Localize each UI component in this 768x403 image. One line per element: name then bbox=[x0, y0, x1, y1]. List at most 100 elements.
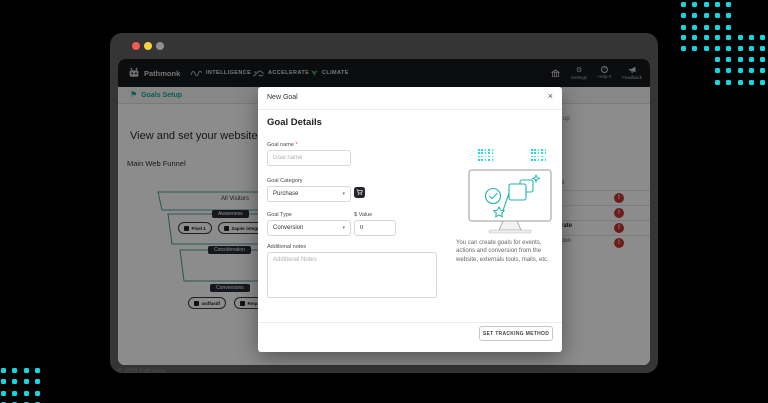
dot bbox=[491, 152, 494, 154]
dot bbox=[714, 2, 720, 7]
dot bbox=[541, 149, 543, 151]
copyright-note: © 2023 Pathmonk bbox=[118, 369, 167, 375]
window-close-button[interactable] bbox=[132, 42, 140, 50]
dot bbox=[531, 155, 533, 158]
dot bbox=[748, 68, 754, 74]
dot bbox=[760, 46, 766, 52]
dot bbox=[1, 368, 6, 373]
dot bbox=[703, 46, 709, 52]
dot bbox=[715, 68, 720, 74]
modal-section-title: Goal Details bbox=[267, 117, 322, 128]
dot bbox=[531, 152, 533, 154]
window-minimize-button[interactable] bbox=[144, 42, 152, 50]
goal-monitor-illustration bbox=[468, 169, 552, 234]
dot bbox=[737, 57, 743, 62]
dot bbox=[748, 79, 754, 85]
dot bbox=[692, 2, 698, 7]
dot bbox=[714, 13, 720, 19]
goal-type-label: Goal Type bbox=[267, 212, 292, 218]
dot bbox=[760, 68, 766, 74]
dot bbox=[703, 24, 709, 30]
dot bbox=[692, 24, 698, 30]
dot bbox=[726, 13, 732, 19]
dot bbox=[681, 13, 686, 19]
goal-category-value: Purchase bbox=[273, 191, 299, 197]
dot bbox=[481, 152, 483, 154]
dot bbox=[1, 390, 6, 396]
dot bbox=[12, 379, 18, 385]
dot bbox=[484, 155, 487, 158]
dot bbox=[681, 35, 686, 40]
dot bbox=[692, 35, 698, 40]
dot bbox=[481, 159, 483, 161]
dot bbox=[481, 155, 483, 158]
value-input[interactable] bbox=[354, 220, 396, 236]
dot bbox=[1, 379, 6, 385]
dot bbox=[12, 368, 18, 373]
close-icon[interactable]: × bbox=[548, 92, 553, 101]
dot bbox=[534, 149, 536, 151]
dot bbox=[534, 159, 536, 161]
dot bbox=[681, 46, 686, 52]
dot bbox=[726, 35, 732, 40]
dot bbox=[748, 35, 754, 40]
dot bbox=[726, 24, 732, 30]
dot bbox=[726, 68, 732, 74]
dot bbox=[703, 35, 709, 40]
dot bbox=[544, 155, 547, 158]
dot bbox=[726, 46, 732, 52]
dot bbox=[726, 79, 732, 85]
dot bbox=[478, 159, 480, 161]
dot bbox=[491, 149, 494, 151]
window-maximize-button[interactable] bbox=[156, 42, 164, 50]
dot bbox=[715, 79, 720, 85]
screenshot-canvas: © 2023 Pathmonk Pathmonk INTELLIGENCE ▾ … bbox=[0, 0, 768, 403]
set-tracking-method-button[interactable]: SET TRACKING METHOD bbox=[479, 326, 553, 341]
dot bbox=[484, 159, 487, 161]
goal-category-select[interactable]: Purchase ▾ bbox=[267, 186, 351, 202]
notes-label: Additional notes bbox=[267, 244, 307, 250]
dot bbox=[544, 149, 547, 151]
goal-type-select[interactable]: Conversion ▾ bbox=[267, 220, 351, 236]
dot bbox=[478, 155, 480, 158]
dot bbox=[760, 57, 766, 62]
required-asterisk: * bbox=[295, 142, 298, 148]
category-cart-icon[interactable] bbox=[354, 187, 365, 198]
dot bbox=[544, 152, 547, 154]
dot bbox=[737, 68, 743, 74]
dot bbox=[478, 152, 480, 154]
dot bbox=[491, 159, 494, 161]
dot bbox=[737, 46, 743, 52]
dot bbox=[484, 152, 487, 154]
dot bbox=[12, 390, 18, 396]
dot bbox=[726, 2, 732, 7]
dot bbox=[34, 379, 40, 385]
dot bbox=[478, 149, 480, 151]
notes-textarea[interactable] bbox=[267, 252, 437, 298]
dot bbox=[737, 79, 743, 85]
dot bbox=[534, 152, 536, 154]
dot bbox=[748, 46, 754, 52]
goal-name-label: Goal name * bbox=[267, 142, 298, 148]
dot bbox=[737, 35, 743, 40]
dot bbox=[34, 368, 40, 373]
dot bbox=[760, 35, 766, 40]
dot bbox=[703, 2, 709, 7]
new-goal-modal: New Goal × Goal Details Goal name * Goal… bbox=[258, 87, 562, 352]
divider bbox=[258, 109, 562, 110]
dot bbox=[484, 149, 487, 151]
dot bbox=[681, 2, 686, 7]
dot bbox=[488, 152, 490, 154]
dot bbox=[23, 368, 29, 373]
dot bbox=[715, 57, 720, 62]
dot bbox=[714, 24, 720, 30]
dot bbox=[537, 149, 540, 151]
dot bbox=[537, 159, 540, 161]
dot bbox=[488, 155, 490, 158]
dot bbox=[537, 152, 540, 154]
dot bbox=[544, 159, 547, 161]
dot bbox=[34, 390, 40, 396]
goal-name-input[interactable] bbox=[267, 150, 351, 166]
dot bbox=[491, 155, 494, 158]
dot bbox=[726, 57, 732, 62]
